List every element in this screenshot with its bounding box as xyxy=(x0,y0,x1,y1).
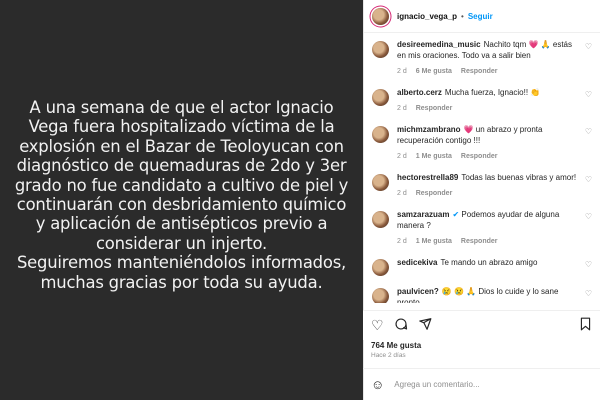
comment-likes[interactable]: 6 Me gusta xyxy=(416,66,452,77)
comment-item: michmzambrano 💗 un abrazo y pronta recupe… xyxy=(364,124,600,162)
post-header: ignacio_vega_p • Seguir xyxy=(364,0,600,33)
reply-button[interactable]: Responder xyxy=(461,151,498,162)
comment-line: hectorestrella89 Todas las buenas vibras … xyxy=(397,172,582,183)
bookmark-icon[interactable] xyxy=(579,317,592,334)
comment-item: sedicekiva Te mando un abrazo amigo ♡ xyxy=(364,257,600,276)
comment-body: alberto.cerz Mucha fuerza, Ignacio!! 👏 2 d… xyxy=(397,87,582,114)
author-username[interactable]: ignacio_vega_p xyxy=(397,12,457,21)
reply-button[interactable]: Responder xyxy=(416,103,453,114)
comment-item: hectorestrella89 Todas las buenas vibras … xyxy=(364,172,600,199)
comment-like-heart-icon[interactable]: ♡ xyxy=(582,175,592,199)
comment-body: hectorestrella89 Todas las buenas vibras … xyxy=(397,172,582,199)
comment-age: 2 d xyxy=(397,238,407,245)
commenter-username[interactable]: paulvicen? xyxy=(397,287,439,296)
header-separator: • xyxy=(461,11,464,21)
actions-bar: ♡ xyxy=(363,310,600,340)
commenter-username[interactable]: desireemedina_music xyxy=(397,40,481,49)
comment-likes[interactable]: 1 Me gusta xyxy=(416,236,452,247)
comment-body: paulvicen? 😢 😢 🙏 Dios lo cuide y lo sane … xyxy=(397,286,582,303)
comment-age: 2 d xyxy=(397,105,407,112)
comment-item: samzarazuam ✔ Podemos ayudar de alguna ma… xyxy=(364,209,600,247)
post-side-panel: ignacio_vega_p • Seguir desireemedina_mu… xyxy=(363,0,600,400)
emoji-icon[interactable]: ☺ xyxy=(371,377,384,392)
commenter-avatar[interactable] xyxy=(372,126,389,143)
reply-button[interactable]: Responder xyxy=(461,66,498,77)
share-icon[interactable] xyxy=(418,317,432,334)
reply-button[interactable]: Responder xyxy=(461,236,498,247)
comment-age: 2 d xyxy=(397,153,407,160)
comment-item: desireemedina_music Nachito tqm 💗 🙏 estás… xyxy=(364,39,600,77)
comment-likes[interactable]: 1 Me gusta xyxy=(416,151,452,162)
comment-age: 2 d xyxy=(397,190,407,197)
post-image: A una semana de que el actor Ignacio Veg… xyxy=(0,0,363,400)
post-image-text: A una semana de que el actor Ignacio Veg… xyxy=(14,97,349,292)
comment-line: paulvicen? 😢 😢 🙏 Dios lo cuide y lo sane … xyxy=(397,286,582,303)
commenter-avatar[interactable] xyxy=(372,41,389,58)
commenter-username[interactable]: samzarazuam xyxy=(397,210,449,219)
commenter-username[interactable]: hectorestrella89 xyxy=(397,173,458,182)
comment-like-heart-icon[interactable]: ♡ xyxy=(582,42,592,77)
comments-list[interactable]: desireemedina_music Nachito tqm 💗 🙏 estás… xyxy=(364,33,600,303)
comment-item: alberto.cerz Mucha fuerza, Ignacio!! 👏 2 d… xyxy=(364,87,600,114)
comment-line: samzarazuam ✔ Podemos ayudar de alguna ma… xyxy=(397,209,582,231)
comment-meta: 2 d 1 Me gusta Responder xyxy=(397,236,582,247)
commenter-avatar[interactable] xyxy=(372,259,389,276)
comment-text: Todas las buenas vibras y amor! xyxy=(461,173,577,182)
comment-like-heart-icon[interactable]: ♡ xyxy=(582,212,592,247)
comment-like-heart-icon[interactable]: ♡ xyxy=(582,260,592,276)
heart-icon[interactable]: ♡ xyxy=(371,317,384,334)
comment-body: michmzambrano 💗 un abrazo y pronta recupe… xyxy=(397,124,582,162)
comment-meta: 2 d Responder xyxy=(397,103,582,114)
likes-count[interactable]: 764 Me gusta xyxy=(371,341,421,350)
comment-line: michmzambrano 💗 un abrazo y pronta recupe… xyxy=(397,124,582,146)
comment-body: samzarazuam ✔ Podemos ayudar de alguna ma… xyxy=(397,209,582,247)
reply-button[interactable]: Responder xyxy=(416,188,453,199)
follow-button[interactable]: Seguir xyxy=(468,12,493,21)
comment-meta: 2 d 6 Me gusta Responder xyxy=(397,66,582,77)
posted-ago: Hace 2 días xyxy=(371,352,406,359)
comment-line: desireemedina_music Nachito tqm 💗 🙏 estás… xyxy=(397,39,582,61)
commenter-avatar[interactable] xyxy=(372,288,389,303)
commenter-username[interactable]: sedicekiva xyxy=(397,258,437,267)
comment-line: sedicekiva Te mando un abrazo amigo xyxy=(397,257,582,268)
add-comment-bar: ☺ xyxy=(363,368,600,400)
comment-line: alberto.cerz Mucha fuerza, Ignacio!! 👏 xyxy=(397,87,582,98)
comment-like-heart-icon[interactable]: ♡ xyxy=(582,90,592,114)
comment-meta: 2 d 1 Me gusta Responder xyxy=(397,151,582,162)
author-avatar[interactable] xyxy=(372,7,389,25)
commenter-username[interactable]: alberto.cerz xyxy=(397,88,442,97)
commenter-avatar[interactable] xyxy=(372,211,389,228)
comment-input[interactable] xyxy=(394,380,575,389)
comment-body: desireemedina_music Nachito tqm 💗 🙏 estás… xyxy=(397,39,582,77)
comment-icon[interactable] xyxy=(394,317,408,334)
comment-body: sedicekiva Te mando un abrazo amigo xyxy=(397,257,582,276)
comment-text: Te mando un abrazo amigo xyxy=(440,258,538,267)
comment-like-heart-icon[interactable]: ♡ xyxy=(582,289,592,303)
comment-meta: 2 d Responder xyxy=(397,188,582,199)
comment-like-heart-icon[interactable]: ♡ xyxy=(582,127,592,162)
commenter-avatar[interactable] xyxy=(372,174,389,191)
comment-item: paulvicen? 😢 😢 🙏 Dios lo cuide y lo sane … xyxy=(364,286,600,303)
comment-text: Mucha fuerza, Ignacio!! 👏 xyxy=(444,88,541,97)
commenter-username[interactable]: michmzambrano xyxy=(397,125,461,134)
commenter-avatar[interactable] xyxy=(372,89,389,106)
comment-age: 2 d xyxy=(397,68,407,75)
